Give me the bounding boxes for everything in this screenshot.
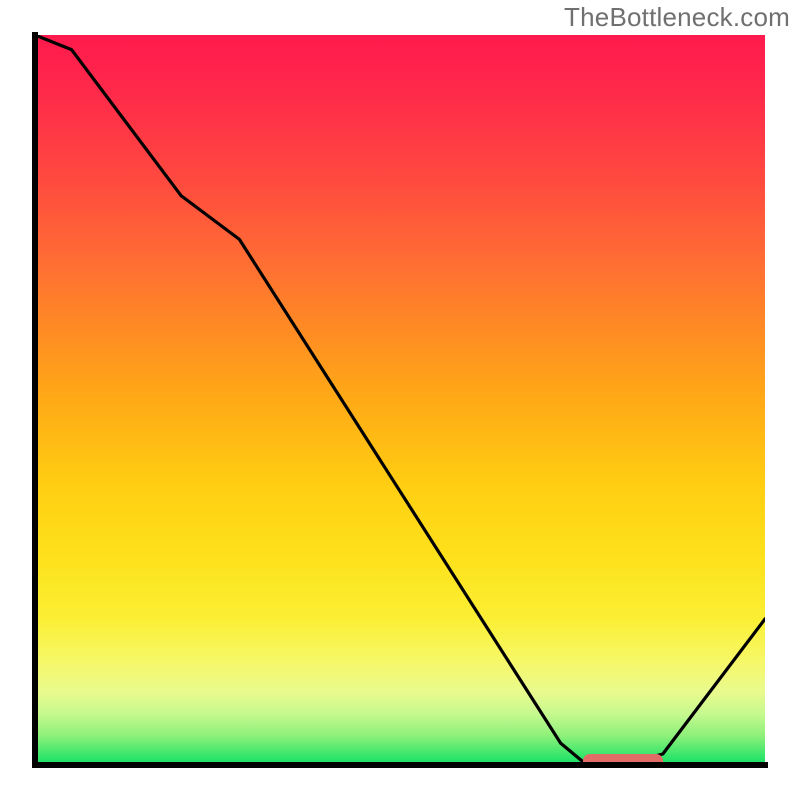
plot-area: [35, 35, 765, 765]
bottleneck-chart: TheBottleneck.com: [0, 0, 800, 800]
line-overlay: [35, 35, 765, 765]
watermark-text: TheBottleneck.com: [564, 2, 790, 33]
bottleneck-curve-path: [35, 35, 765, 761]
optimal-range-marker: [583, 754, 663, 765]
